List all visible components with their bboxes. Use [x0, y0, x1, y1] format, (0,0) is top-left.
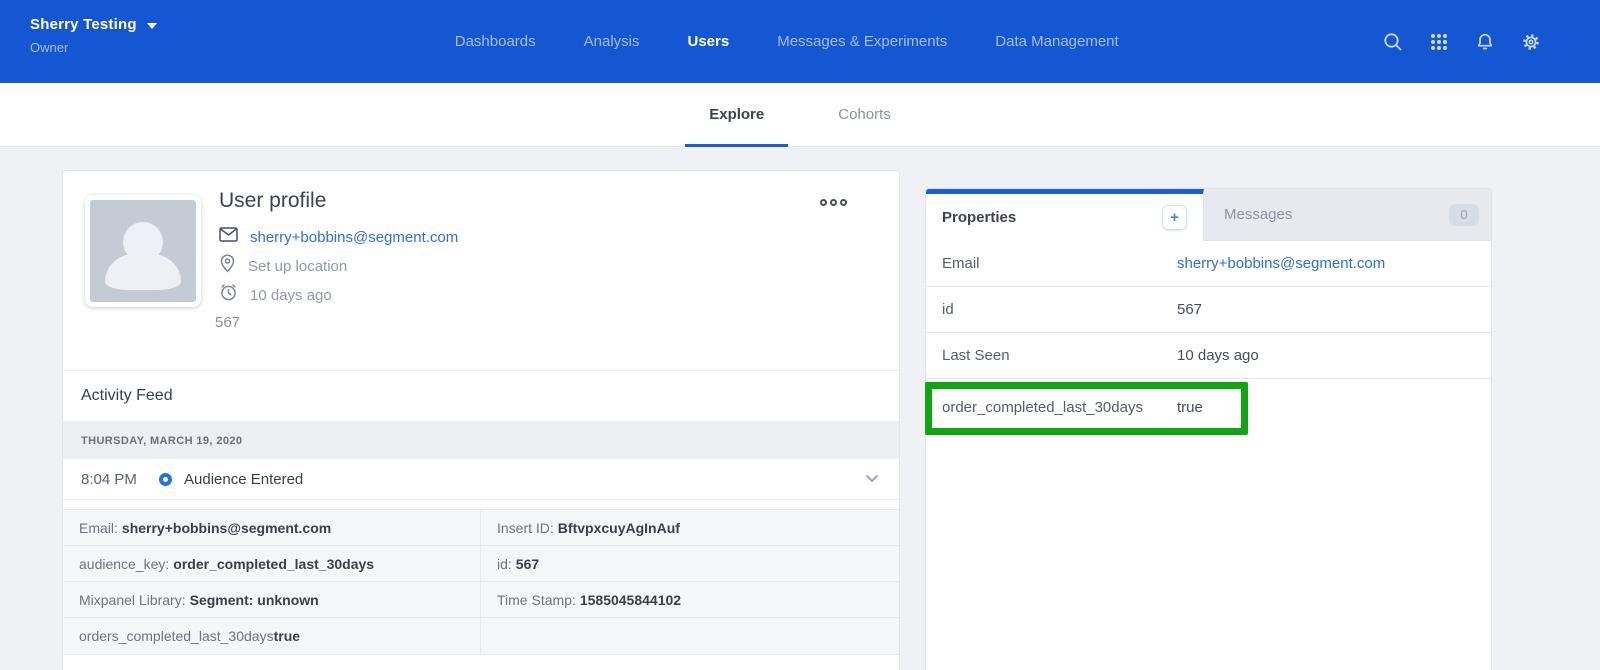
nav-item-analysis[interactable]: Analysis [584, 33, 640, 50]
page-body: User profile sherry+bobbins@segment.com [0, 147, 1600, 670]
event-time: 8:04 PM [81, 471, 145, 488]
profile-info: User profile sherry+bobbins@segment.com [219, 189, 458, 331]
apps-grid-icon[interactable] [1428, 31, 1450, 53]
top-navigation-bar: Sherry Testing Owner Dashboards Analysis… [0, 0, 1600, 83]
user-profile-card: User profile sherry+bobbins@segment.com [62, 170, 900, 670]
property-key: id [942, 301, 1177, 318]
activity-date-label: THURSDAY, MARCH 19, 2020 [81, 435, 242, 447]
main-nav: Dashboards Analysis Users Messages & Exp… [455, 0, 1119, 83]
profile-header: User profile sherry+bobbins@segment.com [63, 171, 899, 371]
chevron-down-icon [147, 23, 157, 29]
tab-explore-label: Explore [709, 106, 764, 123]
location-pin-icon [219, 254, 236, 278]
property-value-email-link[interactable]: sherry+bobbins@segment.com [1177, 255, 1385, 272]
property-row-last-seen: Last Seen 10 days ago [926, 333, 1491, 379]
topbar-icons [1382, 0, 1542, 83]
event-detail-table: Email:sherry+bobbins@segment.com Insert … [63, 509, 899, 655]
blue-dot-icon [159, 473, 172, 486]
profile-last-seen: 10 days ago [250, 287, 332, 304]
detail-cell-mixpanel-library: Mixpanel Library:Segment: unknown [63, 582, 481, 618]
nav-item-messages-experiments[interactable]: Messages & Experiments [777, 33, 947, 50]
search-icon[interactable] [1382, 31, 1404, 53]
tab-cohorts[interactable]: Cohorts [824, 83, 905, 147]
property-key: Last Seen [942, 347, 1177, 364]
property-value: 10 days ago [1177, 347, 1259, 364]
properties-panel-tabs: Properties + Messages 0 [926, 189, 1491, 241]
property-key: order_completed_last_30days [942, 399, 1177, 416]
org-name: Sherry Testing [30, 16, 137, 33]
gear-icon[interactable] [1520, 31, 1542, 53]
chevron-down-icon[interactable] [865, 470, 879, 488]
profile-location[interactable]: Set up location [248, 258, 347, 275]
activity-feed-title: Activity Feed [81, 387, 173, 405]
envelope-icon [219, 227, 238, 247]
detail-cell-audience-key: audience_key:order_completed_last_30days [63, 546, 481, 582]
more-options-icon[interactable] [820, 199, 847, 206]
profile-title: User profile [219, 189, 458, 213]
activity-feed-header: Activity Feed [63, 371, 899, 422]
property-value: 567 [1177, 301, 1202, 318]
property-key: Email [942, 255, 1177, 272]
tab-explore[interactable]: Explore [695, 83, 778, 147]
tab-messages-label: Messages [1224, 206, 1292, 223]
add-property-button[interactable]: + [1162, 205, 1187, 230]
properties-panel: Properties + Messages 0 Email sherry+bob… [925, 188, 1492, 670]
tab-messages[interactable]: Messages 0 [1204, 189, 1491, 241]
property-row-order-completed: order_completed_last_30days true [926, 379, 1491, 435]
detail-cell-orders-completed: orders_completed_last_30daystrue [63, 618, 481, 654]
detail-cell-insert-id: Insert ID:BftvpxcuyAgInAuf [481, 510, 899, 546]
alarm-clock-icon [219, 283, 238, 307]
org-switcher[interactable]: Sherry Testing Owner [30, 16, 157, 55]
activity-date-header: THURSDAY, MARCH 19, 2020 [63, 422, 899, 459]
nav-item-data-management[interactable]: Data Management [995, 33, 1118, 50]
properties-table: Email sherry+bobbins@segment.com id 567 … [926, 241, 1491, 435]
activity-event-row[interactable]: 8:04 PM Audience Entered [63, 459, 899, 500]
bell-icon[interactable] [1474, 31, 1496, 53]
detail-cell-timestamp: Time Stamp:1585045844102 [481, 582, 899, 618]
tab-properties[interactable]: Properties + [926, 189, 1204, 241]
property-row-id: id 567 [926, 287, 1491, 333]
avatar-body-shape [105, 254, 181, 290]
detail-cell-email: Email:sherry+bobbins@segment.com [63, 510, 481, 546]
event-name: Audience Entered [184, 471, 303, 488]
profile-email-link[interactable]: sherry+bobbins@segment.com [250, 229, 458, 246]
tab-cohorts-label: Cohorts [838, 106, 891, 123]
org-role: Owner [30, 40, 157, 55]
messages-count-badge: 0 [1449, 204, 1479, 226]
property-row-email: Email sherry+bobbins@segment.com [926, 241, 1491, 287]
users-subnav: Explore Cohorts [0, 83, 1600, 147]
property-value: true [1177, 399, 1203, 416]
detail-cell-empty [481, 618, 899, 654]
detail-cell-id: id:567 [481, 546, 899, 582]
avatar [85, 195, 201, 307]
tab-properties-label: Properties [942, 209, 1016, 226]
profile-user-id: 567 [215, 314, 458, 331]
nav-item-dashboards[interactable]: Dashboards [455, 33, 536, 50]
nav-item-users[interactable]: Users [688, 33, 730, 50]
